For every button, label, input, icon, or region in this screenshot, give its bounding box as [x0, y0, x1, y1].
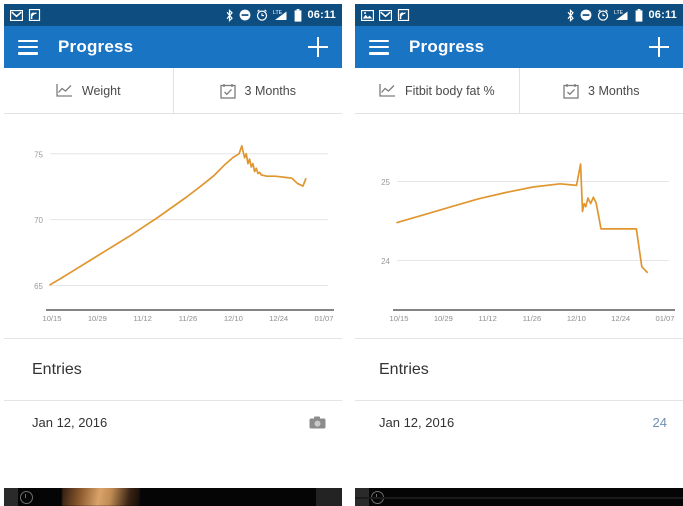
bluetooth-icon	[227, 8, 234, 22]
overlay-strip	[355, 497, 683, 499]
line-chart-icon	[379, 84, 395, 97]
bodyfat-chart[interactable]: 25 24 10/15 10/29 11/12 11/26 12/10 12/24 01/07	[355, 114, 683, 339]
svg-text:10/15: 10/15	[42, 314, 61, 323]
phone-panel-left: LTE 06:11 Progress Weight 3 Months 75 70…	[4, 4, 342, 506]
svg-text:75: 75	[34, 150, 43, 159]
entries-header-left: Entries	[4, 339, 342, 401]
page-title: Progress	[58, 37, 134, 56]
entries-title: Entries	[379, 360, 429, 378]
alarm-clock-icon	[257, 9, 268, 21]
tab-range-label: 3 Months	[244, 83, 296, 98]
svg-text:10/15: 10/15	[389, 314, 408, 323]
tab-metric-label: Fitbit body fat %	[404, 83, 495, 98]
page-title: Progress	[409, 37, 485, 56]
tab-bar-left: Weight 3 Months	[4, 68, 342, 114]
bluetooth-icon	[568, 8, 575, 22]
tab-metric[interactable]: Fitbit body fat %	[355, 68, 519, 113]
weight-chart[interactable]: 75 70 65 10/15 10/29 11/12 11/26 12/10 12/24 01/0…	[4, 114, 342, 339]
do-not-disturb-icon	[240, 9, 251, 21]
svg-text:24: 24	[381, 257, 390, 266]
app-bar-left: Progress	[4, 26, 342, 68]
status-bar-left-icons	[10, 9, 41, 21]
svg-text:12/24: 12/24	[269, 314, 288, 323]
svg-text:01/07: 01/07	[655, 314, 674, 323]
status-bar-left: LTE 06:11	[4, 4, 342, 26]
svg-text:10/29: 10/29	[434, 314, 453, 323]
svg-text:01/07: 01/07	[314, 314, 333, 323]
plus-icon[interactable]	[308, 37, 328, 57]
entry-value: 24	[652, 414, 667, 430]
clock-icon	[20, 491, 33, 504]
svg-text:70: 70	[34, 216, 43, 225]
svg-text:25: 25	[381, 178, 390, 187]
svg-text:LTE: LTE	[273, 10, 283, 16]
line-chart-icon	[56, 84, 72, 97]
svg-text:12/10: 12/10	[567, 314, 586, 323]
calendar-check-icon	[219, 83, 236, 99]
svg-text:LTE: LTE	[614, 10, 624, 16]
tab-metric-label: Weight	[81, 83, 121, 98]
status-bar-clock: 06:11	[307, 9, 336, 21]
tab-metric[interactable]: Weight	[4, 68, 173, 113]
svg-text:11/12: 11/12	[478, 314, 496, 323]
tab-range[interactable]: 3 Months	[172, 68, 343, 113]
tab-bar-right: Fitbit body fat % 3 Months	[355, 68, 683, 114]
do-not-disturb-icon	[581, 9, 592, 21]
calendar-check-icon	[563, 83, 579, 99]
gmail-icon	[379, 9, 392, 21]
plus-icon[interactable]	[649, 37, 669, 57]
entry-photo-thumbnail	[62, 488, 140, 506]
svg-text:11/26: 11/26	[179, 314, 197, 323]
status-bar-left-icons	[361, 9, 410, 21]
hamburger-menu-icon[interactable]	[369, 39, 389, 55]
entries-header-right: Entries	[355, 339, 683, 401]
app-bar-right: Progress	[355, 26, 683, 68]
entries-title: Entries	[32, 360, 82, 378]
entry-date: Jan 12, 2016	[32, 414, 108, 430]
signal-lte-icon: LTE	[614, 10, 628, 20]
svg-text:12/24: 12/24	[611, 314, 630, 323]
battery-icon	[295, 8, 302, 22]
phone-panel-right: LTE 06:11 Progress Fitbit body fat % 3 M…	[355, 4, 683, 506]
svg-text:10/29: 10/29	[88, 314, 107, 323]
tab-range[interactable]: 3 Months	[518, 68, 683, 113]
overlay-right-block	[316, 488, 342, 506]
rss-feed-icon	[397, 9, 410, 21]
svg-text:12/10: 12/10	[224, 314, 243, 323]
tab-range-label: 3 Months	[588, 83, 640, 98]
overlay-left-block	[4, 488, 18, 506]
svg-text:11/12: 11/12	[133, 314, 151, 323]
screenshot-stage: LTE 06:11 Progress Weight 3 Months 75 70…	[0, 0, 683, 506]
camera-icon	[309, 416, 326, 428]
alarm-clock-icon	[598, 9, 609, 21]
status-bar-right-icons: LTE 06:11	[566, 8, 677, 22]
bottom-overlay-left	[4, 488, 342, 506]
status-bar-right: LTE 06:11	[355, 4, 683, 26]
svg-text:65: 65	[34, 282, 43, 291]
signal-lte-icon: LTE	[273, 10, 287, 20]
battery-icon	[636, 8, 643, 22]
entry-date: Jan 12, 2016	[379, 414, 455, 430]
svg-text:11/26: 11/26	[523, 314, 541, 323]
entry-list-item[interactable]: Jan 12, 2016 24	[355, 401, 683, 435]
status-bar-clock: 06:11	[648, 9, 677, 21]
hamburger-menu-icon[interactable]	[18, 39, 38, 55]
bottom-overlay-right	[355, 488, 683, 506]
entry-list-item[interactable]: Jan 12, 2016	[4, 401, 342, 435]
gmail-icon	[10, 9, 23, 21]
rss-feed-icon	[28, 9, 41, 21]
photo-icon	[361, 9, 374, 21]
status-bar-right-icons: LTE 06:11	[225, 8, 336, 22]
